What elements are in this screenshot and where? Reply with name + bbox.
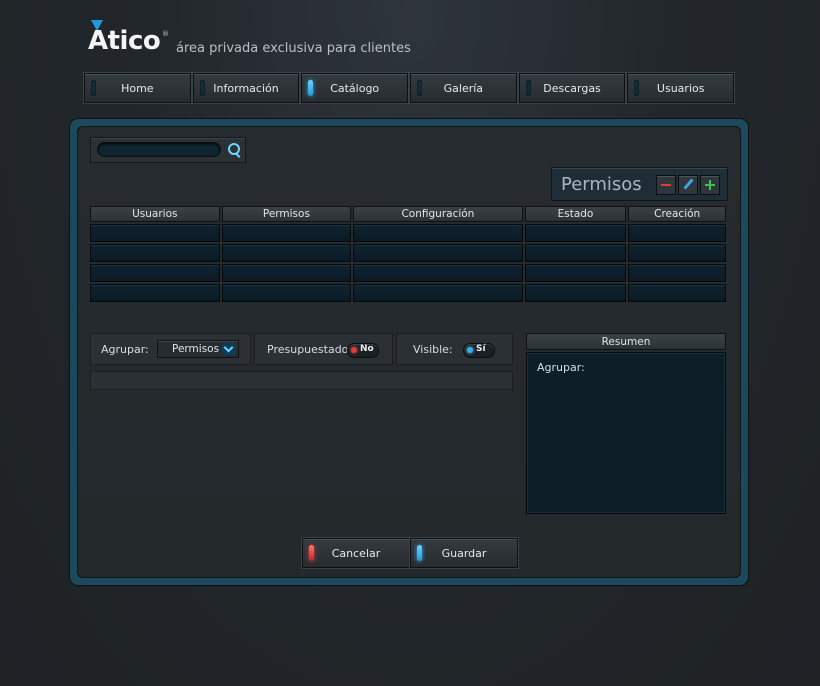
section-header: Permisos bbox=[551, 167, 728, 201]
nav-home[interactable]: Home bbox=[84, 73, 191, 103]
cancel-label: Cancelar bbox=[331, 546, 381, 560]
column-header[interactable]: Configuración bbox=[353, 206, 523, 222]
edit-button[interactable] bbox=[678, 175, 698, 195]
group-label: Agrupar: bbox=[101, 343, 149, 356]
table-cell bbox=[524, 224, 627, 242]
table-row[interactable] bbox=[90, 224, 726, 242]
indicator-icon bbox=[308, 80, 314, 96]
table-cell bbox=[221, 244, 352, 262]
column-header[interactable]: Estado bbox=[524, 206, 627, 222]
indicator-icon bbox=[417, 80, 423, 96]
nav-descargas[interactable]: Descargas bbox=[518, 73, 626, 103]
column-header[interactable]: Usuarios bbox=[90, 206, 220, 222]
nav-label: Descargas bbox=[543, 81, 601, 95]
save-button[interactable]: Guardar bbox=[410, 538, 518, 568]
group-select[interactable]: Permisos bbox=[157, 340, 239, 358]
search-input[interactable] bbox=[97, 142, 221, 157]
budget-filter: Presupuestado: No bbox=[254, 333, 393, 365]
chevron-down-icon[interactable] bbox=[222, 343, 236, 355]
table-cell bbox=[221, 264, 352, 282]
table-cell bbox=[628, 224, 726, 242]
table-cell bbox=[90, 244, 220, 262]
budget-toggle[interactable]: No bbox=[347, 343, 379, 358]
table-cell bbox=[353, 284, 523, 302]
table-cell bbox=[628, 284, 726, 302]
table-cell bbox=[353, 244, 523, 262]
nav-galeria[interactable]: Galería bbox=[410, 73, 517, 103]
nav-usuarios[interactable]: Usuarios bbox=[627, 73, 735, 103]
table-row[interactable] bbox=[90, 244, 726, 262]
indicator-icon bbox=[525, 80, 531, 96]
nav-label: Usuarios bbox=[656, 81, 705, 95]
nav-label: Galería bbox=[443, 81, 484, 95]
permissions-table: Usuarios Permisos Configuración Estado C… bbox=[90, 206, 726, 302]
logo: Atico ® bbox=[88, 20, 169, 60]
nav-label: Home bbox=[121, 81, 154, 95]
table-cell bbox=[90, 284, 220, 302]
cancel-button[interactable]: Cancelar bbox=[302, 538, 410, 568]
summary-header: Resumen bbox=[526, 333, 726, 350]
toggle-indicator-icon bbox=[467, 347, 473, 353]
summary-panel: Agrupar: bbox=[526, 352, 726, 514]
search-icon[interactable] bbox=[228, 143, 240, 155]
table-cell bbox=[353, 264, 523, 282]
tagline: área privada exclusiva para clientes bbox=[176, 41, 411, 56]
registered-mark: ® bbox=[162, 30, 169, 38]
table-row[interactable] bbox=[90, 284, 726, 302]
visible-filter: Visible: Sí bbox=[396, 333, 513, 365]
table-cell bbox=[524, 244, 627, 262]
table-cell bbox=[90, 224, 220, 242]
column-header[interactable]: Creación bbox=[628, 206, 726, 222]
table-cell bbox=[628, 244, 726, 262]
nav-informacion[interactable]: Información bbox=[192, 73, 300, 103]
table-cell bbox=[221, 224, 352, 242]
indicator-icon bbox=[634, 80, 640, 96]
indicator-icon bbox=[417, 545, 422, 561]
budget-toggle-value: No bbox=[360, 344, 374, 354]
nav-label: Información bbox=[213, 81, 279, 95]
indicator-icon bbox=[91, 80, 96, 96]
main-nav: Home Información Catálogo Galería Descar… bbox=[84, 73, 736, 105]
table-cell bbox=[221, 284, 352, 302]
table-cell bbox=[628, 264, 726, 282]
indicator-icon bbox=[199, 80, 205, 96]
section-title: Permisos bbox=[561, 174, 642, 195]
table-cell bbox=[524, 284, 627, 302]
add-button[interactable] bbox=[700, 175, 720, 195]
table-header: Usuarios Permisos Configuración Estado C… bbox=[90, 206, 726, 222]
visible-toggle-value: Sí bbox=[476, 344, 486, 354]
column-header[interactable]: Permisos bbox=[221, 206, 352, 222]
group-filter: Agrupar: Permisos bbox=[90, 333, 251, 365]
save-label: Guardar bbox=[441, 546, 487, 560]
table-cell bbox=[90, 264, 220, 282]
visible-label: Visible: bbox=[413, 343, 453, 356]
logo-text: Atico bbox=[88, 26, 161, 56]
indicator-icon bbox=[309, 545, 314, 561]
remove-button[interactable] bbox=[656, 175, 676, 195]
toggle-indicator-icon bbox=[351, 347, 357, 353]
table-cell bbox=[353, 224, 523, 242]
nav-catalogo[interactable]: Catálogo bbox=[301, 73, 409, 103]
group-select-value: Permisos bbox=[172, 343, 220, 355]
table-row[interactable] bbox=[90, 264, 726, 282]
status-bar bbox=[90, 371, 513, 390]
summary-group-label: Agrupar: bbox=[537, 361, 585, 374]
visible-toggle[interactable]: Sí bbox=[463, 343, 495, 358]
budget-label: Presupuestado: bbox=[267, 343, 353, 356]
nav-label: Catálogo bbox=[330, 81, 380, 95]
search-box bbox=[90, 137, 246, 163]
table-cell bbox=[524, 264, 627, 282]
